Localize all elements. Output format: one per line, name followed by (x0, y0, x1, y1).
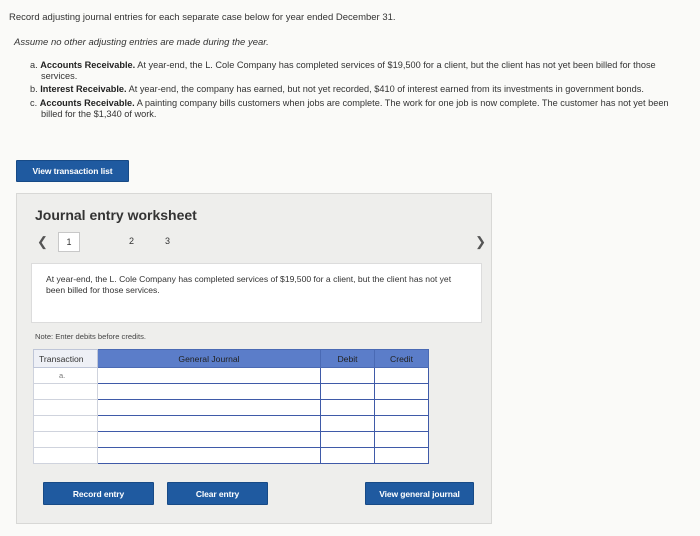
case-text: At year-end, the company has earned, but… (128, 84, 644, 95)
debit-input[interactable] (320, 383, 375, 400)
worksheet-pager: ❮ 1 2 3 ❯ (31, 232, 486, 254)
case-list: a. Accounts Receivable. At year-end, the… (30, 60, 692, 122)
view-general-journal-button[interactable]: View general journal (365, 482, 474, 505)
case-item-c: c. Accounts Receivable. A painting compa… (30, 98, 692, 120)
general-journal-input[interactable] (97, 383, 321, 400)
header-credit: Credit (374, 349, 429, 368)
view-transaction-list-button[interactable]: View transaction list (16, 160, 129, 182)
credit-input[interactable] (374, 431, 429, 448)
transaction-description: At year-end, the L. Cole Company has com… (31, 263, 482, 323)
case-title: Interest Receivable. (40, 84, 127, 95)
page-tab-1[interactable]: 1 (58, 232, 80, 252)
debit-input[interactable] (320, 431, 375, 448)
case-letter: a. (30, 60, 38, 70)
credit-input[interactable] (374, 383, 429, 400)
general-journal-input[interactable] (97, 431, 321, 448)
table-row (33, 415, 429, 432)
general-journal-input[interactable] (97, 367, 321, 384)
instructions-intro: Record adjusting journal entries for eac… (9, 12, 396, 23)
credit-input[interactable] (374, 447, 429, 464)
case-letter: b. (30, 84, 38, 95)
case-title: Accounts Receivable. (39, 97, 135, 108)
header-general-journal: General Journal (97, 349, 321, 368)
table-row (33, 447, 429, 464)
row-transaction (33, 415, 98, 432)
debit-input[interactable] (320, 447, 375, 464)
case-item-a: a. Accounts Receivable. At year-end, the… (30, 60, 692, 82)
debit-input[interactable] (320, 415, 375, 432)
case-item-b: b. Interest Receivable. At year-end, the… (30, 84, 692, 95)
chevron-right-icon[interactable]: ❯ (475, 234, 486, 250)
header-debit: Debit (320, 349, 375, 368)
journal-entry-worksheet: Journal entry worksheet ❮ 1 2 3 ❯ At yea… (16, 193, 492, 524)
table-row (33, 431, 429, 448)
general-journal-input[interactable] (97, 415, 321, 432)
table-row (33, 383, 429, 400)
debit-input[interactable] (320, 399, 375, 416)
entry-note: Note: Enter debits before credits. (35, 332, 147, 341)
credit-input[interactable] (374, 415, 429, 432)
case-title: Accounts Receivable. (40, 60, 136, 70)
table-row (33, 399, 429, 416)
header-transaction: Transaction (33, 349, 98, 368)
credit-input[interactable] (374, 399, 429, 416)
journal-table: Transaction General Journal Debit Credit… (33, 349, 429, 464)
credit-input[interactable] (374, 367, 429, 384)
row-transaction (33, 383, 98, 400)
page-tab-2[interactable]: 2 (129, 236, 134, 246)
case-letter: c. (30, 97, 38, 108)
clear-entry-button[interactable]: Clear entry (167, 482, 268, 505)
chevron-left-icon[interactable]: ❮ (37, 234, 48, 250)
page-tab-3[interactable]: 3 (165, 236, 170, 246)
record-entry-button[interactable]: Record entry (43, 482, 154, 505)
case-text: A painting company bills customers when … (41, 97, 669, 119)
table-row: a. (33, 367, 429, 384)
general-journal-input[interactable] (97, 399, 321, 416)
row-transaction (33, 399, 98, 416)
row-transaction (33, 447, 98, 464)
instructions-assume: Assume no other adjusting entries are ma… (14, 37, 269, 48)
worksheet-title: Journal entry worksheet (35, 207, 197, 223)
general-journal-input[interactable] (97, 447, 321, 464)
row-transaction (33, 431, 98, 448)
debit-input[interactable] (320, 367, 375, 384)
row-transaction: a. (33, 367, 98, 384)
